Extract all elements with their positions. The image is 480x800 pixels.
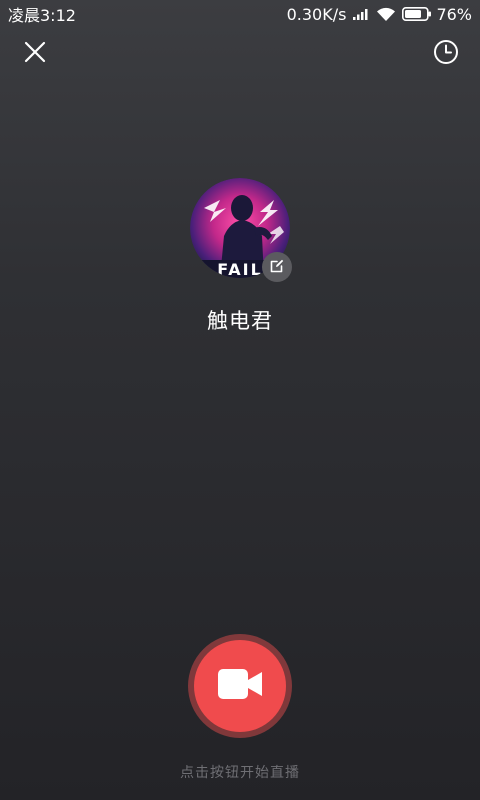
video-camera-icon [218, 669, 262, 703]
battery-percent: 76% [436, 4, 472, 24]
battery-indicator: 76% [402, 5, 472, 24]
signal-icon [352, 7, 370, 21]
edit-avatar-button[interactable] [262, 252, 292, 282]
avatar-container[interactable]: FAIL [190, 178, 292, 282]
start-live-hint: 点击按钮开始直播 [180, 765, 300, 781]
network-speed: 0.30K/s [286, 4, 347, 24]
battery-icon [402, 7, 432, 21]
close-button[interactable] [19, 38, 51, 70]
wifi-icon [376, 7, 396, 22]
start-live-button-core[interactable] [194, 640, 286, 732]
history-button[interactable] [430, 38, 462, 70]
close-icon [24, 41, 46, 67]
status-bar: 凌晨3:12 0.30K/s 76% [0, 0, 480, 28]
username: 触电君 [207, 309, 273, 333]
start-live-button[interactable] [188, 634, 292, 738]
status-time: 凌晨3:12 [8, 6, 76, 25]
edit-icon [270, 258, 284, 277]
clock-icon [433, 39, 459, 69]
status-indicators: 0.30K/s 76% [287, 5, 472, 24]
svg-text:FAIL: FAIL [217, 260, 263, 278]
